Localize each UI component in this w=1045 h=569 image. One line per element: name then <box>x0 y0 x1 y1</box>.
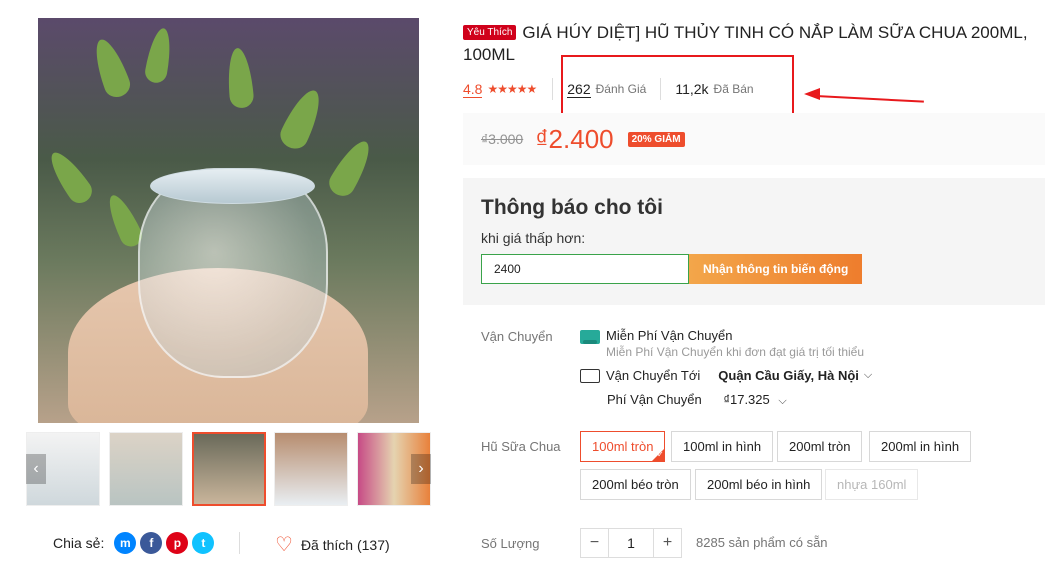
jar-lid-shape <box>150 168 315 204</box>
annotation-arrow-head <box>804 88 820 100</box>
star-icons: ★★★★★ <box>487 82 537 96</box>
price-alert-input[interactable]: 2400 <box>481 254 689 284</box>
variant-label: Hũ Sữa Chua <box>481 439 561 454</box>
price-alert-subtitle: khi giá thấp hơn: <box>481 230 586 246</box>
quantity-stepper: − 1 + <box>580 528 682 558</box>
facebook-icon[interactable]: f <box>140 532 163 554</box>
favorite-badge: Yêu Thích <box>463 25 517 40</box>
plant-leaf-shape <box>225 47 255 109</box>
thumbnail-strip: ‹ › <box>26 432 431 506</box>
price-alert-submit-button[interactable]: Nhận thông tin biến động <box>689 254 863 284</box>
shipping-fee: Phí Vận Chuyển ₫17.325 ⌵ <box>607 392 787 408</box>
annotation-arrow-line <box>815 95 924 103</box>
truck-icon <box>580 368 600 383</box>
price-alert-title: Thông báo cho tôi <box>481 196 663 219</box>
free-shipping-info: Miễn Phí Vận Chuyển Miễn Phí Vận Chuyển … <box>580 328 864 359</box>
product-main-image[interactable] <box>38 18 419 423</box>
thumbnail-2[interactable] <box>109 432 183 506</box>
plant-leaf-shape <box>43 146 97 208</box>
annotation-highlight-box <box>561 55 794 115</box>
price-alert-panel: Thông báo cho tôi khi giá thấp hơn: 2400… <box>463 178 1045 305</box>
ship-to-label: Vận Chuyển Tới <box>606 368 701 383</box>
thumbnail-4[interactable] <box>274 432 348 506</box>
plant-leaf-shape <box>324 135 378 201</box>
free-shipping-title: Miễn Phí Vận Chuyển <box>606 328 733 343</box>
variant-option[interactable]: 200ml tròn <box>777 431 863 462</box>
variant-option[interactable]: 200ml béo in hình <box>695 469 823 500</box>
variant-option[interactable]: 200ml in hình <box>869 431 972 462</box>
original-price: ₫3.000 <box>481 131 524 147</box>
liked-count: Đã thích (137) <box>300 536 390 553</box>
stock-count: 8285 sản phẩm có sẵn <box>696 535 828 550</box>
chevron-down-icon[interactable]: ⌵ <box>778 395 786 407</box>
ship-to-location[interactable]: Quận Cầu Giấy, Hà Nội <box>718 368 859 383</box>
shipping-fee-label: Phí Vận Chuyển <box>607 392 702 407</box>
quantity-input[interactable]: 1 <box>609 528 653 558</box>
price-section: ₫3.000 ₫2.400 20% GIẢM <box>463 113 1045 165</box>
thumbnail-prev-button[interactable]: ‹ <box>26 454 46 484</box>
chevron-down-icon[interactable]: ⌵ <box>864 369 872 382</box>
rating-score[interactable]: 4.8 <box>463 81 483 98</box>
variant-option-disabled: nhựa 160ml <box>825 469 919 500</box>
share-row: Chia sẻ: m f p t <box>53 532 215 554</box>
like-button[interactable]: ♡ Đã thích (137) <box>275 532 390 557</box>
twitter-icon[interactable]: t <box>192 532 215 554</box>
free-shipping-icon <box>580 330 600 344</box>
divider <box>239 532 240 554</box>
divider <box>552 78 554 100</box>
shipping-label: Vận Chuyển <box>481 329 553 344</box>
price-alert-form: 2400 Nhận thông tin biến động <box>481 254 1027 284</box>
quantity-decrease-button[interactable]: − <box>580 528 609 558</box>
plant-leaf-shape <box>276 84 328 154</box>
shipping-destination: Vận Chuyển Tới Quận Cầu Giấy, Hà Nội ⌵ <box>580 368 872 383</box>
pinterest-icon[interactable]: p <box>166 532 189 554</box>
plant-leaf-shape <box>143 26 175 85</box>
thumbnail-3[interactable] <box>192 432 266 506</box>
variant-option[interactable]: 100ml in hình <box>671 431 774 462</box>
share-label: Chia sẻ: <box>53 535 105 551</box>
shipping-fee-value[interactable]: ₫17.325 <box>723 392 769 407</box>
heart-icon: ♡ <box>275 534 293 556</box>
variant-option[interactable]: 200ml béo tròn <box>580 469 691 500</box>
free-shipping-desc: Miễn Phí Vận Chuyển khi đơn đạt giá trị … <box>606 345 865 359</box>
discount-badge: 20% GIẢM <box>627 131 685 147</box>
selected-check-icon <box>651 448 665 462</box>
quantity-increase-button[interactable]: + <box>653 528 682 558</box>
messenger-icon[interactable]: m <box>114 532 137 554</box>
current-price: ₫2.400 <box>535 123 614 154</box>
thumbnail-next-button[interactable]: › <box>411 454 431 484</box>
plant-leaf-shape <box>88 35 134 101</box>
quantity-label: Số Lượng <box>481 536 540 551</box>
